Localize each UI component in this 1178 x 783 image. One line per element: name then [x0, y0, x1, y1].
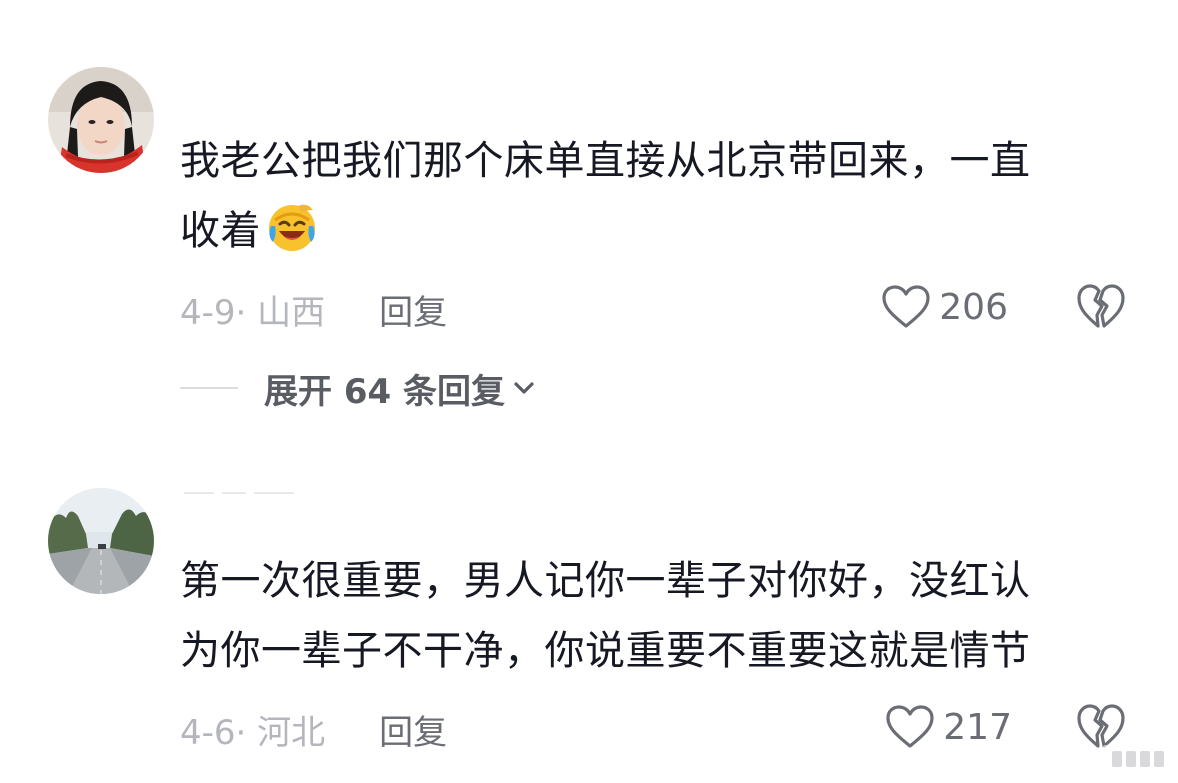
avatar[interactable]	[48, 488, 154, 594]
expand-replies-button[interactable]: 展开 64 条回复	[180, 366, 537, 412]
expand-replies-label: 展开 64 条回复	[264, 371, 505, 412]
avatar[interactable]	[48, 67, 154, 173]
like-count: 206	[939, 286, 1008, 328]
comment-time-location: 4-9· 山西	[180, 292, 326, 333]
watermark-logo	[1102, 745, 1170, 773]
chevron-down-icon	[514, 382, 534, 394]
comment-text: 第一次很重要，男人记你一辈子对你好，没红认 为你一辈子不干净，你说重要不重要这就…	[180, 546, 1120, 686]
comment-meta: 4-9· 山西 回复	[180, 284, 447, 334]
reply-button[interactable]: 回复	[379, 285, 447, 334]
comment-text-line: 我老公把我们那个床单直接从北京带回来，一直	[180, 138, 1031, 184]
divider-line	[180, 387, 238, 389]
comment-time-location: 4-6· 河北	[180, 712, 326, 753]
comment-meta: 4-6· 河北 回复	[180, 704, 447, 754]
laughing-crying-emoji-icon	[265, 200, 319, 254]
username-placeholder	[184, 492, 324, 495]
heart-outline-icon	[886, 705, 934, 748]
broken-heart-icon	[1077, 284, 1125, 328]
like-button[interactable]: 206	[881, 282, 1008, 332]
comment-text: 我老公把我们那个床单直接从北京带回来，一直 收着	[180, 126, 1120, 266]
comment-text-line: 第一次很重要，男人记你一辈子对你好，没红认	[180, 558, 1031, 604]
comment-text-line: 为你一辈子不干净，你说重要不重要这就是情节	[180, 628, 1031, 674]
heart-outline-icon	[882, 285, 930, 328]
dislike-button[interactable]	[1076, 282, 1126, 332]
reply-button[interactable]: 回复	[379, 705, 447, 754]
comment-text-line: 收着	[180, 196, 1120, 266]
